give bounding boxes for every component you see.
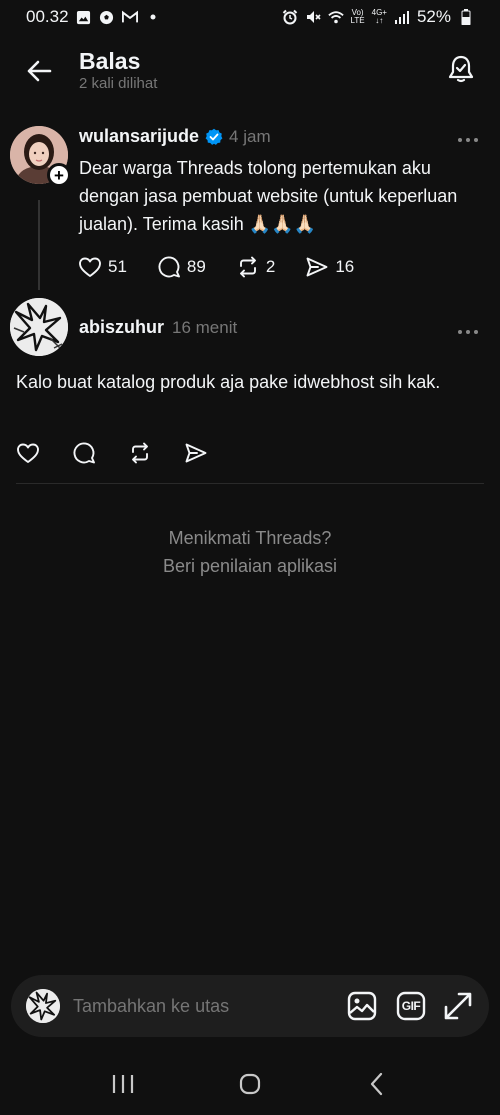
soccer-ball-icon — [99, 9, 115, 25]
post-more-button[interactable] — [456, 130, 480, 150]
reply-actions — [16, 441, 238, 465]
status-bar: 00.32 Vo) LTE 4G+ ↓↑ 52% — [0, 0, 500, 34]
more-icon — [474, 138, 478, 142]
post-header: wulansarijude 4 jam — [79, 126, 271, 147]
share-icon — [185, 443, 207, 463]
share-button[interactable]: 16 — [305, 256, 354, 278]
back-arrow-icon — [27, 60, 52, 82]
verified-badge-icon — [205, 128, 223, 146]
reply-repost-button[interactable] — [128, 441, 152, 465]
notify-bell-check-icon — [448, 55, 474, 83]
lte-label: LTE — [350, 16, 365, 25]
home-button[interactable] — [230, 1064, 270, 1104]
volte-indicator: Vo) LTE — [351, 9, 365, 25]
more-notifications-dot-icon — [145, 9, 161, 25]
reply-header: abiszuhur 16 menit — [79, 317, 237, 338]
repost-button[interactable]: 2 — [236, 255, 275, 279]
reply-time: 16 menit — [172, 317, 238, 337]
network-4g-indicator: 4G+ ↓↑ — [371, 8, 387, 25]
system-back-button[interactable] — [357, 1064, 397, 1104]
recents-button[interactable] — [103, 1064, 143, 1104]
status-time: 00.32 — [26, 7, 69, 26]
page-title: Balas — [79, 48, 141, 74]
share-count: 16 — [335, 257, 355, 276]
more-icon — [466, 330, 470, 334]
wifi-icon — [327, 9, 344, 25]
post-time: 4 jam — [229, 126, 271, 146]
share-icon — [306, 257, 328, 277]
reply-composer: GIF — [11, 975, 489, 1037]
rate-prompt-link[interactable]: Beri penilaian aplikasi — [0, 552, 500, 580]
like-button[interactable]: 51 — [78, 256, 127, 278]
follow-plus-button[interactable]: + — [47, 163, 71, 187]
heart-icon — [79, 257, 101, 277]
reply-username[interactable]: abiszuhur — [79, 317, 164, 338]
more-icon — [458, 330, 462, 334]
composer-avatar — [26, 989, 60, 1023]
heart-icon — [17, 443, 39, 463]
rate-prompt-question: Menikmati Threads? — [168, 528, 332, 548]
thread-line — [38, 200, 40, 290]
more-icon — [474, 330, 478, 334]
status-right: Vo) LTE 4G+ ↓↑ 52% — [282, 7, 474, 27]
post-username[interactable]: wulansarijude — [79, 126, 199, 147]
back-button[interactable] — [22, 54, 56, 88]
expand-icon — [444, 992, 472, 1020]
system-nav-bar — [0, 1053, 500, 1115]
battery-percent: 52% — [416, 7, 451, 26]
comment-count: 89 — [186, 257, 206, 276]
view-count: 2 kali dilihat — [79, 75, 158, 92]
repost-icon — [132, 442, 148, 464]
like-count: 51 — [108, 257, 127, 276]
more-icon — [458, 138, 462, 142]
recents-icon — [113, 1075, 134, 1093]
reply-text: Kalo buat katalog produk aja pake idwebh… — [16, 372, 441, 392]
reply-like-button[interactable] — [16, 442, 40, 464]
signal-icon — [394, 9, 410, 25]
comment-icon — [158, 256, 180, 278]
image-icon — [347, 991, 377, 1021]
comment-icon — [73, 442, 95, 464]
comment-button[interactable]: 89 — [157, 255, 206, 279]
divider — [16, 483, 484, 484]
reply-avatar[interactable] — [10, 298, 68, 356]
repost-icon — [239, 256, 256, 278]
battery-icon — [458, 9, 474, 25]
gallery-notification-icon — [76, 9, 92, 25]
rate-app-prompt[interactable]: Menikmati Threads? Beri penilaian aplika… — [0, 524, 500, 580]
mute-icon — [305, 9, 321, 25]
more-icon — [466, 138, 470, 142]
post-actions: 51 89 2 16 — [78, 255, 384, 279]
attach-gif-button[interactable]: GIF — [394, 989, 428, 1023]
repost-count: 2 — [265, 257, 276, 276]
reply-comment-button[interactable] — [72, 441, 96, 465]
gif-label: GIF — [401, 999, 421, 1013]
gmail-icon — [121, 9, 138, 25]
4g-label: 4G+ — [371, 8, 387, 17]
status-left: 00.32 — [26, 7, 161, 27]
reply-share-button[interactable] — [184, 442, 208, 464]
plus-icon: + — [54, 165, 64, 185]
post-text: Dear warga Threads tolong pertemukan aku… — [79, 158, 458, 234]
reply-more-button[interactable] — [456, 322, 480, 342]
attach-image-button[interactable] — [345, 989, 379, 1023]
top-app-bar: Balas 2 kali dilihat — [0, 44, 500, 100]
alarm-icon — [282, 9, 298, 25]
notify-button[interactable] — [444, 52, 478, 86]
expand-composer-button[interactable] — [441, 989, 475, 1023]
reply-input[interactable] — [73, 993, 313, 1019]
home-icon — [239, 1073, 261, 1095]
nav-back-icon — [370, 1072, 382, 1096]
